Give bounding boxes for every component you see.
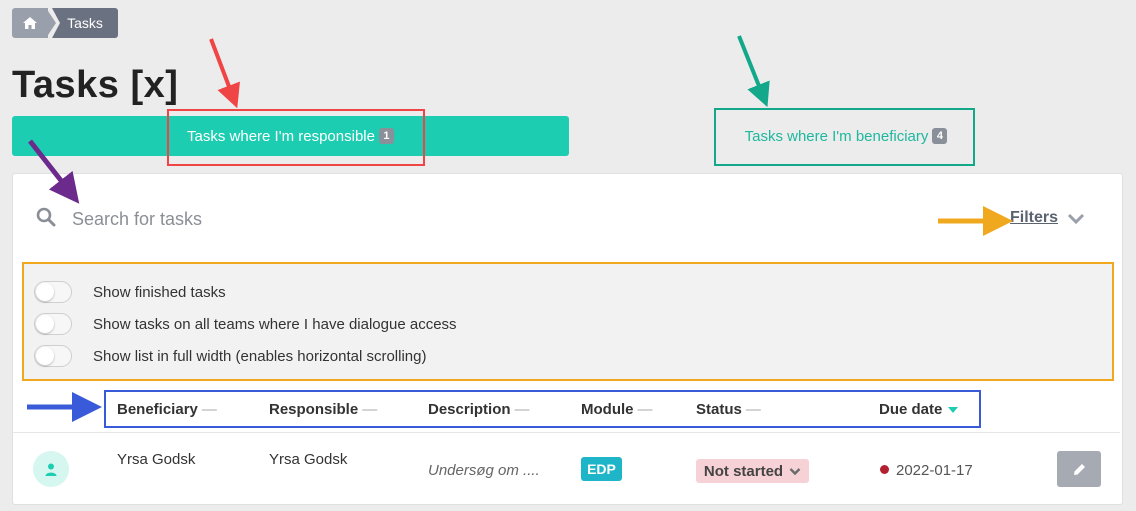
arrow-purple [28,139,80,204]
arrow-red [209,38,240,109]
arrow-green [737,35,770,108]
annotation-arrows [27,35,1013,422]
